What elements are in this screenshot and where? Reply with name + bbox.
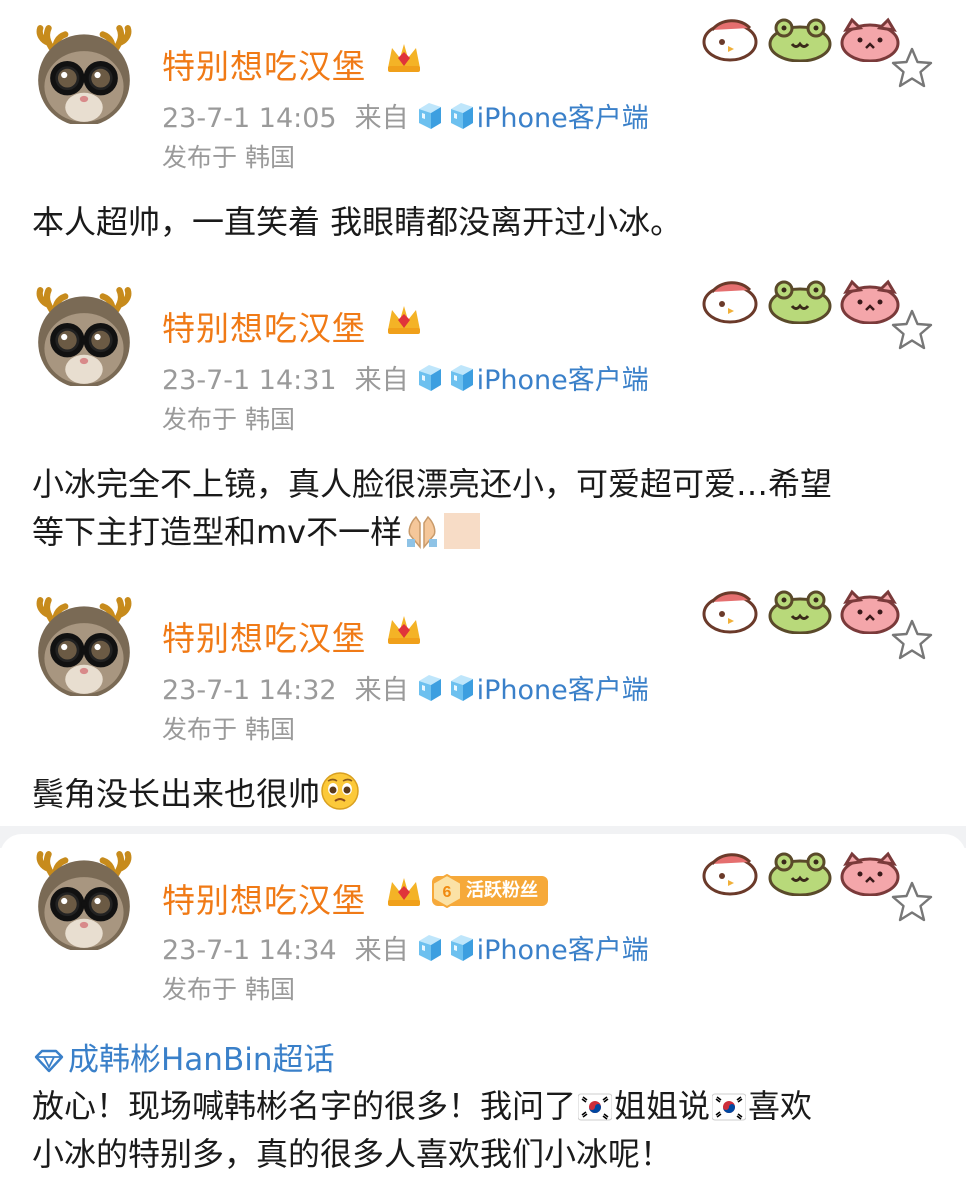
crown-icon [388, 44, 420, 72]
post-time: 23-7-1 14:31 [162, 365, 337, 396]
avatar[interactable] [34, 596, 130, 692]
client-link[interactable]: iPhone客户端 [477, 365, 649, 396]
post-text: 放心！现场喊韩彬名字的很多！我问了 姐姐说 喜欢 小冰的特别多，真的很多人喜欢我们小… [32, 1082, 932, 1178]
fan-badge-label: 活跃粉丝 [466, 880, 538, 901]
favorite-star-icon[interactable] [890, 308, 934, 352]
post-meta: 23-7-1 14:34 来自 iPhone客户端 [162, 928, 649, 967]
post-text-line: 小冰完全不上镜，真人脸很漂亮还小，可爱超可爱…希望 [32, 465, 833, 503]
cartoon-decoration-icon [702, 852, 900, 896]
cartoon-decoration-icon [702, 280, 900, 324]
post-meta: 23-7-1 14:05 来自 iPhone客户端 [162, 96, 649, 135]
post-time: 23-7-1 14:32 [162, 675, 337, 706]
post-meta: 23-7-1 14:32 来自 iPhone客户端 [162, 668, 649, 707]
username[interactable]: 特别想吃汉堡 [162, 612, 366, 660]
super-topic-link[interactable]: 成韩彬HanBin超话 [34, 1034, 334, 1079]
post-time: 23-7-1 14:34 [162, 935, 337, 966]
south-korea-flag-icon [712, 1093, 747, 1121]
post-text-line: 等下主打造型和mv不一样 [32, 508, 932, 556]
pleading-face-icon [321, 772, 359, 810]
username[interactable]: 特别想吃汉堡 [162, 40, 366, 88]
ice-cube-icon [418, 103, 441, 129]
from-label: 来自 [354, 103, 409, 134]
from-label: 来自 [354, 935, 409, 966]
svg-text:6: 6 [443, 884, 452, 901]
cartoon-decoration-icon [702, 18, 900, 62]
ice-cube-icon [450, 103, 473, 129]
post-location: 发布于 韩国 [162, 975, 295, 1004]
post-text-line: 放心！现场喊韩彬名字的很多！我问了 姐姐说 喜欢 [32, 1087, 813, 1125]
client-link[interactable]: iPhone客户端 [477, 675, 649, 706]
post-text: 鬓角没长出来也很帅 [32, 770, 932, 818]
post-text: 本人超帅，一直笑着 我眼睛都没离开过小冰。 [32, 203, 683, 241]
favorite-star-icon[interactable] [890, 46, 934, 90]
crown-icon [388, 878, 420, 906]
ice-cube-icon [450, 935, 473, 961]
ice-cube-icon [418, 935, 441, 961]
ice-cube-icon [450, 675, 473, 701]
ice-cube-icon [450, 365, 473, 391]
post-4: 特别想吃汉堡 6 活跃粉丝 23-7-1 14:34 来自 iPhone客户端 发布… [0, 834, 966, 1200]
crown-icon [388, 616, 420, 644]
avatar[interactable] [34, 286, 130, 382]
username[interactable]: 特别想吃汉堡 [162, 302, 366, 350]
from-label: 来自 [354, 365, 409, 396]
super-topic-diamond-icon [34, 1049, 64, 1073]
super-topic-label: 成韩彬HanBin超话 [68, 1042, 335, 1078]
fan-level-icon: 6 [432, 874, 462, 908]
client-link[interactable]: iPhone客户端 [477, 103, 649, 134]
client-link[interactable]: iPhone客户端 [477, 935, 649, 966]
post-meta: 23-7-1 14:31 来自 iPhone客户端 [162, 358, 649, 397]
from-label: 来自 [354, 675, 409, 706]
ice-cube-icon [418, 675, 441, 701]
ice-cube-icon [418, 365, 441, 391]
favorite-star-icon[interactable] [890, 880, 934, 924]
post-location: 发布于 韩国 [162, 405, 295, 434]
post-time: 23-7-1 14:05 [162, 103, 337, 134]
post-location: 发布于 韩国 [162, 715, 295, 744]
crown-icon [388, 306, 420, 334]
favorite-star-icon[interactable] [890, 618, 934, 662]
cartoon-decoration-icon [702, 590, 900, 634]
post-text: 小冰完全不上镜，真人脸很漂亮还小，可爱超可爱…希望 等下主打造型和mv不一样 [32, 460, 932, 556]
post-text-line: 小冰的特别多，真的很多人喜欢我们小冰呢！ [32, 1135, 673, 1173]
fan-badge[interactable]: 6 活跃粉丝 [432, 874, 548, 908]
avatar[interactable] [34, 24, 130, 120]
post-location: 发布于 韩国 [162, 143, 295, 172]
south-korea-flag-icon [578, 1093, 613, 1121]
username[interactable]: 特别想吃汉堡 [162, 874, 366, 922]
praying-hands-icon [407, 515, 438, 549]
avatar[interactable] [34, 850, 130, 946]
skin-tone-swatch-icon [444, 513, 481, 549]
